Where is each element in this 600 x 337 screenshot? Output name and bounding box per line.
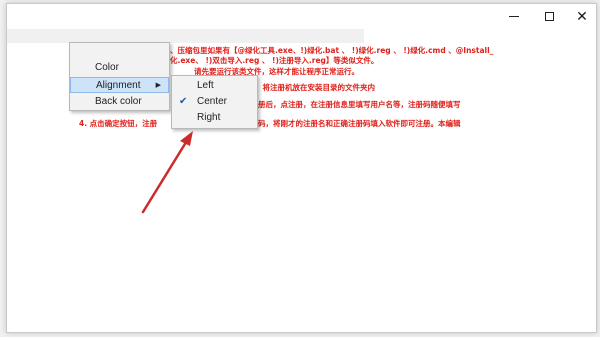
annotation-arrow-icon bbox=[141, 131, 193, 214]
